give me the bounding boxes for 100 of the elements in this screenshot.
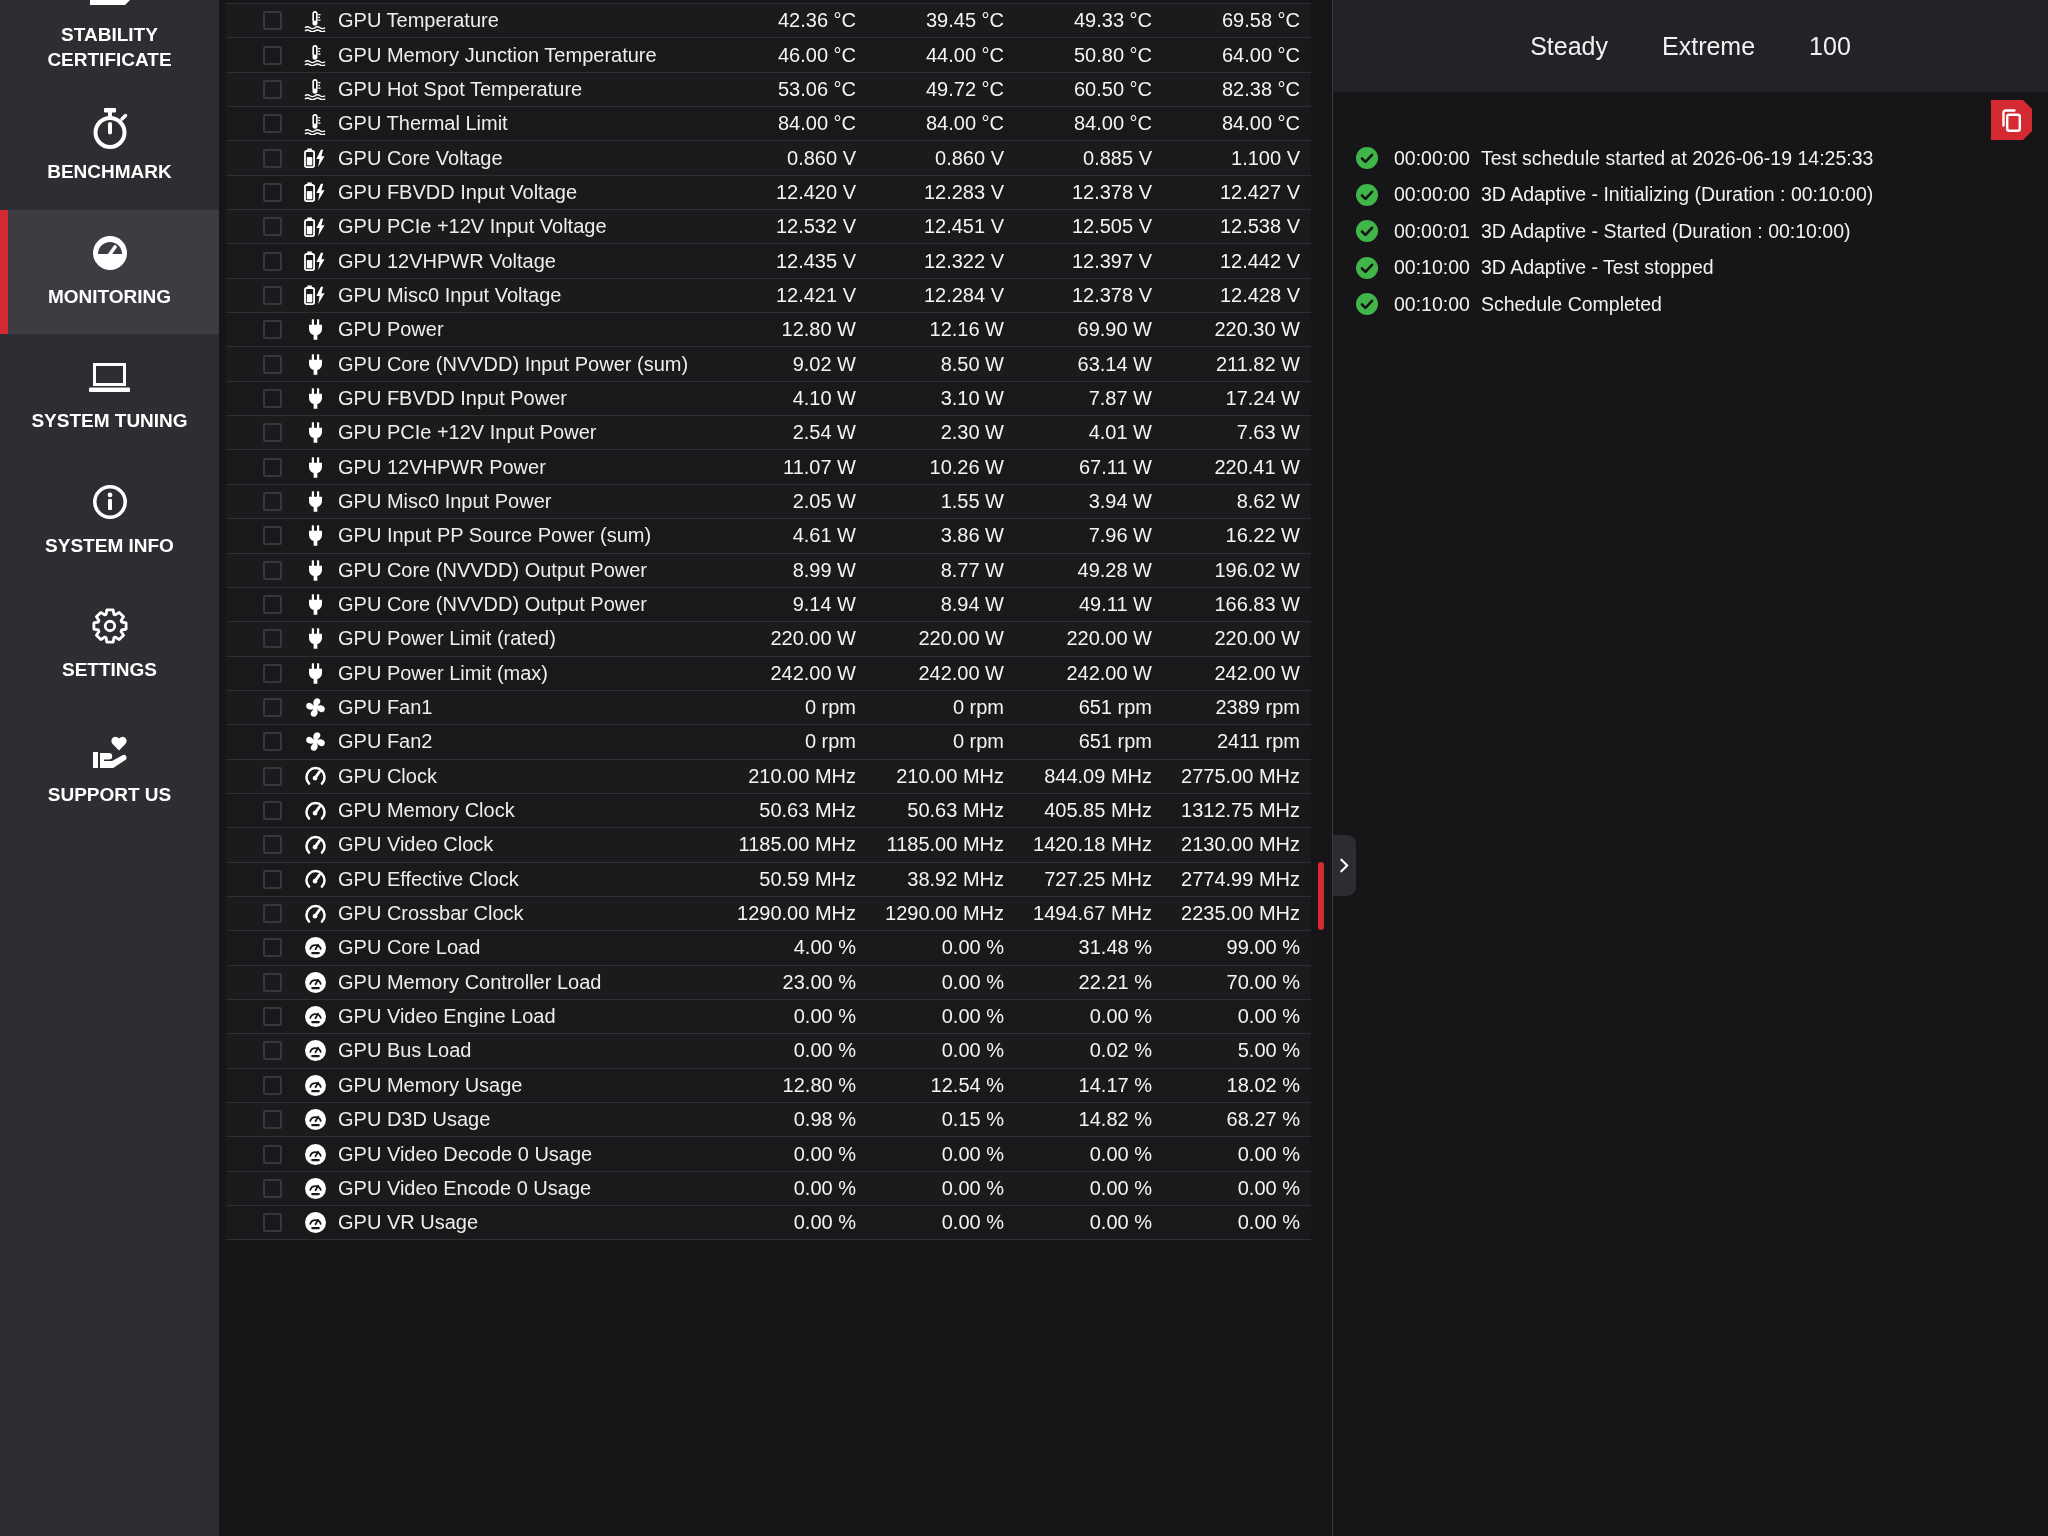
sensor-value: 0.00 % — [793, 1211, 856, 1235]
row-checkbox[interactable] — [263, 526, 282, 546]
row-checkbox[interactable] — [263, 457, 282, 477]
sensor-value: 10.26 W — [929, 455, 1004, 479]
row-checkbox[interactable] — [263, 148, 282, 168]
sensor-name: GPU FBVDD Input Voltage — [338, 180, 578, 204]
sidebar-item[interactable]: SYSTEM INFO — [0, 458, 219, 583]
row-checkbox[interactable] — [263, 663, 282, 683]
sidebar-item[interactable]: SYSTEM TUNING — [0, 334, 219, 459]
row-checkbox[interactable] — [263, 79, 282, 99]
row-checkbox[interactable] — [263, 766, 282, 786]
row-checkbox[interactable] — [263, 388, 282, 408]
row-checkbox[interactable] — [263, 423, 282, 443]
sensor-name: GPU Core Load — [338, 936, 482, 960]
sensor-value: 2130.00 MHz — [1181, 833, 1300, 857]
sensor-value: 8.62 W — [1236, 490, 1300, 513]
plug-icon — [308, 422, 322, 444]
sensor-value: 12.397 V — [1071, 249, 1152, 273]
sidebar-item[interactable]: SUPPORT US — [0, 707, 219, 832]
sensor-value: 220.00 W — [1066, 627, 1152, 651]
sensor-value: 0.00 % — [793, 1005, 856, 1029]
sensor-value: 67.11 W — [1079, 455, 1152, 479]
row-checkbox[interactable] — [263, 698, 282, 718]
row-checkbox[interactable] — [263, 801, 282, 821]
plug-icon — [308, 525, 322, 547]
sensor-value: 0.860 V — [787, 146, 856, 170]
row-checkbox[interactable] — [263, 595, 282, 614]
log-time: 00:10:00 — [1394, 256, 1470, 280]
sensor-value: 2.54 W — [792, 421, 856, 445]
sensor-value: 12.428 V — [1219, 283, 1300, 307]
sensor-value: 4.10 W — [792, 386, 856, 410]
row-checkbox[interactable] — [263, 45, 282, 65]
sensor-value: 22.21 % — [1078, 970, 1152, 994]
sensor-value: 0.00 % — [1089, 1005, 1152, 1029]
row-checkbox[interactable] — [263, 1075, 282, 1095]
row-checkbox[interactable] — [263, 560, 282, 580]
sensor-name: GPU Clock — [338, 764, 438, 788]
row-checkbox[interactable] — [263, 182, 282, 202]
gauge-icon — [304, 1006, 326, 1028]
row-checkbox[interactable] — [263, 1007, 282, 1027]
thermometer-icon — [304, 9, 326, 32]
sensor-name: GPU Memory Junction Temperature — [338, 43, 658, 67]
sensor-value: 84.00 °C — [1221, 112, 1300, 136]
row-checkbox[interactable] — [263, 1144, 282, 1164]
scrollbar-thumb[interactable] — [1318, 862, 1324, 930]
sidebar-item[interactable]: MONITORING — [0, 209, 219, 334]
row-checkbox[interactable] — [263, 1110, 282, 1130]
row-checkbox[interactable] — [263, 972, 282, 992]
sensor-value: 4.61 W — [792, 524, 856, 548]
row-checkbox[interactable] — [263, 1213, 282, 1233]
log-message: 3D Adaptive - Test stopped — [1480, 256, 1714, 280]
sensor-value: 220.30 W — [1214, 318, 1300, 342]
row-checkbox[interactable] — [263, 492, 282, 511]
sensor-name: GPU Memory Controller Load — [338, 970, 603, 994]
sensor-value: 12.421 V — [775, 283, 856, 307]
sensor-value: 9.02 W — [792, 352, 856, 376]
row-checkbox[interactable] — [263, 904, 282, 924]
gauge-icon — [304, 937, 326, 959]
row-checkbox[interactable] — [263, 1041, 282, 1061]
row-checkbox[interactable] — [263, 320, 282, 340]
row-checkbox[interactable] — [263, 629, 282, 649]
copy-button[interactable] — [1991, 100, 2032, 140]
sensor-name: GPU Bus Load — [338, 1039, 473, 1063]
sensor-name: GPU D3D Usage — [338, 1108, 492, 1132]
row-checkbox[interactable] — [263, 11, 282, 31]
sensor-value: 42.36 °C — [777, 9, 856, 33]
sensor-name: GPU FBVDD Input Power — [338, 386, 568, 410]
gauge-icon — [304, 971, 326, 993]
sensor-name: GPU Temperature — [338, 9, 500, 33]
settings-icon — [91, 608, 128, 644]
row-checkbox[interactable] — [263, 217, 282, 237]
row-checkbox[interactable] — [263, 1178, 282, 1198]
sensor-value: 12.322 V — [923, 249, 1004, 273]
sensor-value: 2411 rpm — [1217, 730, 1300, 754]
sensor-value: 11.07 W — [783, 455, 856, 479]
row-checkbox[interactable] — [263, 869, 282, 889]
row-checkbox[interactable] — [263, 354, 282, 374]
row-checkbox[interactable] — [263, 732, 282, 752]
sensor-value: 60.50 °C — [1073, 77, 1152, 101]
sensor-value: 0.00 % — [793, 1176, 856, 1200]
sensor-value: 68.27 % — [1226, 1108, 1300, 1132]
row-checkbox[interactable] — [263, 938, 282, 958]
sidebar-item[interactable]: SETTINGS — [0, 583, 219, 708]
sensor-value: 70.00 % — [1226, 970, 1300, 994]
sensor-value: 4.01 W — [1088, 421, 1152, 445]
sensor-name: GPU Video Clock — [338, 833, 495, 857]
battery-bolt-icon — [304, 148, 326, 169]
sidebar-item[interactable]: STABILITY CERTIFICATE — [0, 0, 219, 85]
row-checkbox[interactable] — [263, 835, 282, 855]
row-checkbox[interactable] — [263, 114, 282, 134]
sensor-name: GPU Fan1 — [338, 696, 434, 720]
summary-value: 100 — [1809, 31, 1851, 61]
gauge-icon — [304, 1143, 326, 1165]
row-checkbox[interactable] — [263, 251, 282, 271]
sidebar-item[interactable]: BENCHMARK — [0, 85, 219, 210]
row-checkbox[interactable] — [263, 285, 282, 305]
fan-icon — [304, 731, 326, 753]
sensor-value: 1290.00 MHz — [737, 902, 856, 926]
collapse-panel-button[interactable] — [1333, 835, 1356, 896]
laptop-icon — [89, 362, 130, 392]
